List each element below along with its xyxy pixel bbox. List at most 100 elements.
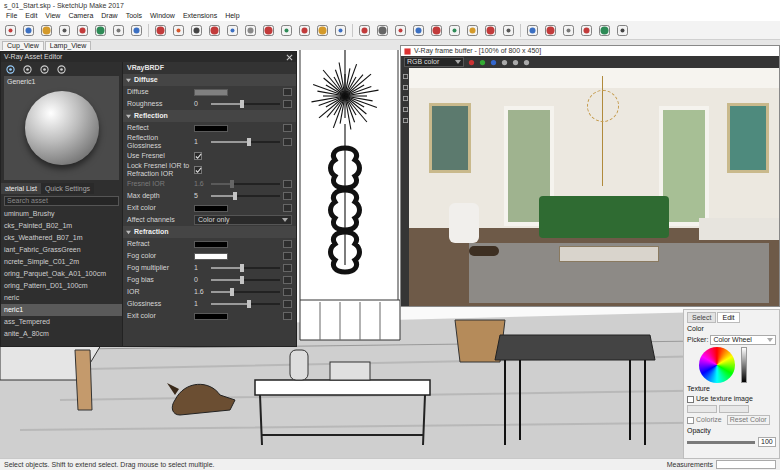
tool-icon[interactable] bbox=[334, 24, 347, 37]
opacity-field[interactable]: 100 bbox=[758, 437, 776, 447]
material-item[interactable]: cks_Painted_B02_1m bbox=[1, 220, 122, 232]
material-item[interactable]: neric bbox=[1, 292, 122, 304]
slider-track[interactable] bbox=[211, 195, 280, 197]
texture-slot[interactable] bbox=[283, 180, 292, 188]
tool-icon[interactable] bbox=[58, 24, 71, 37]
tray-tab[interactable]: Select bbox=[687, 312, 716, 323]
texture-width-field[interactable] bbox=[687, 405, 717, 413]
checkbox[interactable] bbox=[687, 417, 694, 424]
param-value[interactable]: 1.6 bbox=[194, 180, 208, 188]
tray-tab[interactable]: Edit bbox=[717, 312, 739, 323]
menu-item[interactable]: Tools bbox=[122, 12, 146, 20]
tool-icon[interactable] bbox=[430, 24, 443, 37]
slider-knob[interactable] bbox=[240, 264, 244, 272]
tool-icon[interactable] bbox=[154, 24, 167, 37]
color-swatch[interactable] bbox=[194, 89, 228, 96]
texture-slot[interactable] bbox=[283, 100, 292, 108]
param-value[interactable]: 1 bbox=[194, 264, 208, 272]
menu-item[interactable]: View bbox=[41, 12, 64, 20]
asset-type-icon[interactable] bbox=[40, 65, 49, 74]
tool-icon[interactable] bbox=[298, 24, 311, 37]
tool-icon[interactable] bbox=[76, 24, 89, 37]
param-value[interactable]: 5 bbox=[194, 192, 208, 200]
checkbox[interactable] bbox=[687, 396, 694, 403]
material-item[interactable]: ncrete_Simple_C01_2m bbox=[1, 256, 122, 268]
slider-knob[interactable] bbox=[247, 138, 251, 146]
menu-item[interactable]: Window bbox=[146, 12, 179, 20]
materials-tray[interactable]: SelectEditColorPicker:Color WheelTexture… bbox=[683, 309, 780, 459]
tool-icon[interactable] bbox=[484, 24, 497, 37]
tool-icon[interactable] bbox=[130, 24, 143, 37]
tool-icon[interactable] bbox=[358, 24, 371, 37]
tool-icon[interactable] bbox=[616, 24, 629, 37]
texture-slot[interactable] bbox=[283, 88, 292, 96]
texture-slot[interactable] bbox=[283, 252, 292, 260]
texture-slot[interactable] bbox=[283, 192, 292, 200]
section-header[interactable]: Refraction bbox=[123, 226, 296, 238]
tool-icon[interactable] bbox=[244, 24, 257, 37]
menu-item[interactable]: Draw bbox=[97, 12, 121, 20]
render-tool-icon[interactable] bbox=[403, 107, 408, 112]
color-wheel[interactable] bbox=[699, 347, 735, 383]
material-item[interactable]: oring_Pattern_D01_100cm bbox=[1, 280, 122, 292]
color-swatch[interactable] bbox=[194, 205, 228, 212]
channel-icon[interactable] bbox=[490, 59, 497, 66]
expand-icon[interactable] bbox=[126, 230, 131, 235]
texture-slot[interactable] bbox=[283, 300, 292, 308]
picker-dropdown[interactable]: Color Wheel bbox=[710, 335, 776, 345]
render-tool-icon[interactable] bbox=[403, 118, 408, 123]
scene-tab[interactable]: Cup_View bbox=[2, 41, 44, 50]
texture-slot[interactable] bbox=[283, 264, 292, 272]
expand-icon[interactable] bbox=[126, 78, 131, 83]
tool-icon[interactable] bbox=[40, 24, 53, 37]
channel-icon[interactable] bbox=[468, 59, 475, 66]
opacity-track[interactable] bbox=[687, 441, 755, 444]
material-item[interactable]: cks_Weathered_B07_1m bbox=[1, 232, 122, 244]
slider-knob[interactable] bbox=[230, 288, 234, 296]
slider-track[interactable] bbox=[211, 103, 280, 105]
tool-icon[interactable] bbox=[562, 24, 575, 37]
render-tool-icon[interactable] bbox=[403, 74, 408, 79]
texture-slot[interactable] bbox=[283, 204, 292, 212]
texture-slot[interactable] bbox=[283, 276, 292, 284]
tool-icon[interactable] bbox=[280, 24, 293, 37]
render-tool-icon[interactable] bbox=[403, 96, 408, 101]
slider-track[interactable] bbox=[211, 141, 280, 143]
asset-type-icon[interactable] bbox=[23, 65, 32, 74]
slider-knob[interactable] bbox=[230, 180, 234, 188]
expand-icon[interactable] bbox=[126, 114, 131, 119]
tool-icon[interactable] bbox=[544, 24, 557, 37]
close-icon[interactable] bbox=[286, 54, 293, 61]
material-item[interactable]: uminum_Brushy bbox=[1, 208, 122, 220]
menu-item[interactable]: File bbox=[2, 12, 21, 20]
param-value[interactable]: 1 bbox=[194, 300, 208, 308]
tool-icon[interactable] bbox=[412, 24, 425, 37]
asset-tab[interactable]: aterial List bbox=[1, 183, 41, 194]
slider-knob[interactable] bbox=[240, 276, 244, 284]
section-header[interactable]: Reflection bbox=[123, 110, 296, 122]
tool-icon[interactable] bbox=[262, 24, 275, 37]
param-value[interactable]: 1.6 bbox=[194, 288, 208, 296]
tool-icon[interactable] bbox=[502, 24, 515, 37]
asset-type-icon[interactable] bbox=[57, 65, 66, 74]
channel-icon[interactable] bbox=[512, 59, 519, 66]
slider-track[interactable] bbox=[211, 279, 280, 281]
tool-icon[interactable] bbox=[22, 24, 35, 37]
param-value[interactable]: 1 bbox=[194, 138, 208, 146]
asset-editor-window[interactable]: V-Ray Asset EditorGeneric1aterial ListQu… bbox=[0, 51, 297, 347]
tool-icon[interactable] bbox=[526, 24, 539, 37]
texture-slot[interactable] bbox=[283, 312, 292, 320]
tool-icon[interactable] bbox=[394, 24, 407, 37]
render-tool-icon[interactable] bbox=[403, 85, 408, 90]
menu-item[interactable]: Help bbox=[221, 12, 243, 20]
channel-dropdown[interactable]: RGB color bbox=[404, 57, 464, 67]
reset-color-button[interactable]: Reset Color bbox=[727, 415, 770, 425]
menu-item[interactable]: Edit bbox=[21, 12, 41, 20]
tool-icon[interactable] bbox=[94, 24, 107, 37]
color-swatch[interactable] bbox=[194, 313, 228, 320]
tool-icon[interactable] bbox=[4, 24, 17, 37]
checkbox[interactable] bbox=[194, 152, 202, 160]
param-value[interactable]: 0 bbox=[194, 276, 208, 284]
slider-track[interactable] bbox=[211, 291, 280, 293]
asset-type-icon[interactable] bbox=[6, 65, 15, 74]
